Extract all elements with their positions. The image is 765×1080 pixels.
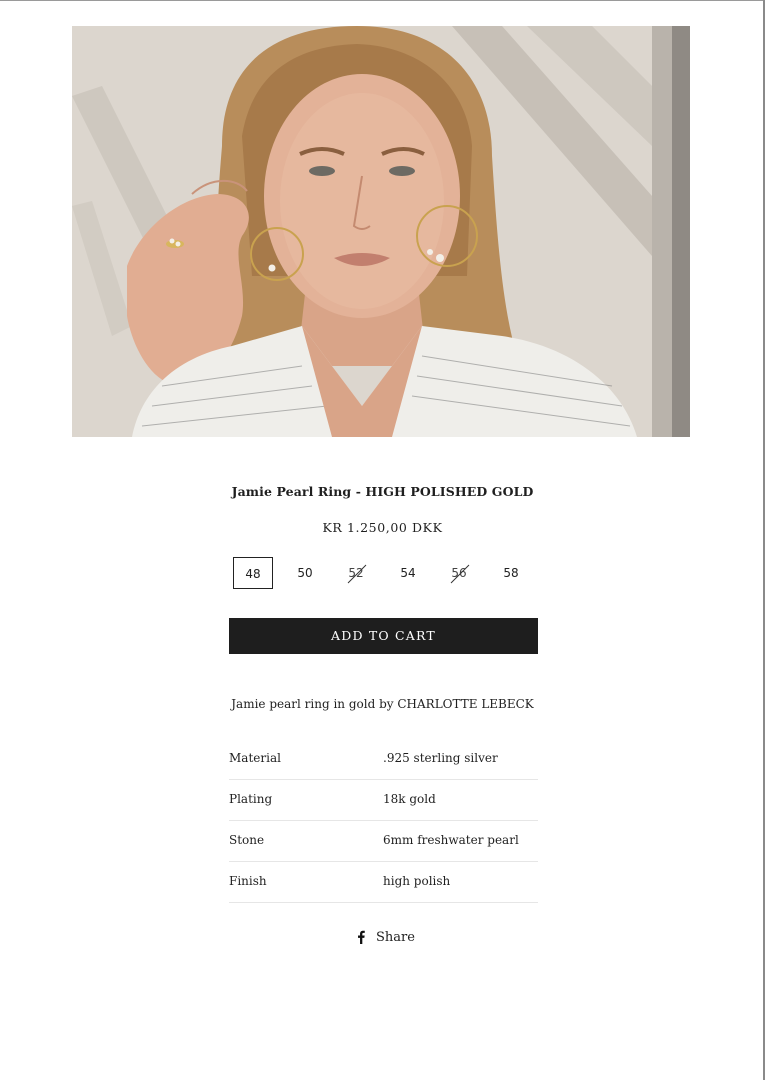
size-label: 50 <box>297 566 313 580</box>
spec-key: Finish <box>229 874 267 888</box>
spec-row: Stone 6mm freshwater pearl <box>229 821 538 862</box>
size-option-54[interactable]: 54 <box>388 557 428 589</box>
spec-key: Stone <box>229 833 265 847</box>
spec-row: Plating 18k gold <box>229 780 538 821</box>
size-option-58[interactable]: 58 <box>491 557 531 589</box>
spec-row: Finish high polish <box>229 862 538 903</box>
size-label: 52 <box>348 566 364 580</box>
size-option-52[interactable]: 52 <box>336 557 376 589</box>
spec-value: 6mm freshwater pearl <box>383 833 519 847</box>
size-option-56[interactable]: 56 <box>439 557 479 589</box>
spec-value: high polish <box>383 874 451 888</box>
facebook-icon <box>358 930 365 944</box>
size-label: 54 <box>400 566 416 580</box>
product-price: KR 1.250,00 DKK <box>322 520 443 535</box>
size-label: 48 <box>245 567 261 581</box>
share-label: Share <box>376 929 415 945</box>
spec-value: 18k gold <box>383 792 436 806</box>
product-title: Jamie Pearl Ring - HIGH POLISHED GOLD <box>231 484 534 499</box>
spec-key: Plating <box>229 792 273 806</box>
size-option-48[interactable]: 48 <box>233 557 273 589</box>
share-facebook-link[interactable]: Share <box>356 928 415 946</box>
size-option-50[interactable]: 50 <box>285 557 325 589</box>
product-specs-table: Material .925 sterling silver Plating 18… <box>229 739 538 903</box>
spec-row: Material .925 sterling silver <box>229 739 538 780</box>
size-label: 56 <box>451 566 467 580</box>
size-label: 58 <box>503 566 519 580</box>
product-description: Jamie pearl ring in gold by CHARLOTTE LE… <box>231 697 534 711</box>
product-hero-image <box>72 26 690 437</box>
size-selector: 48 50 52 54 56 58 <box>233 557 543 591</box>
add-to-cart-button[interactable]: ADD TO CART <box>229 618 538 654</box>
spec-key: Material <box>229 751 281 765</box>
window-top-border <box>0 0 765 1</box>
spec-value: .925 sterling silver <box>383 751 498 765</box>
